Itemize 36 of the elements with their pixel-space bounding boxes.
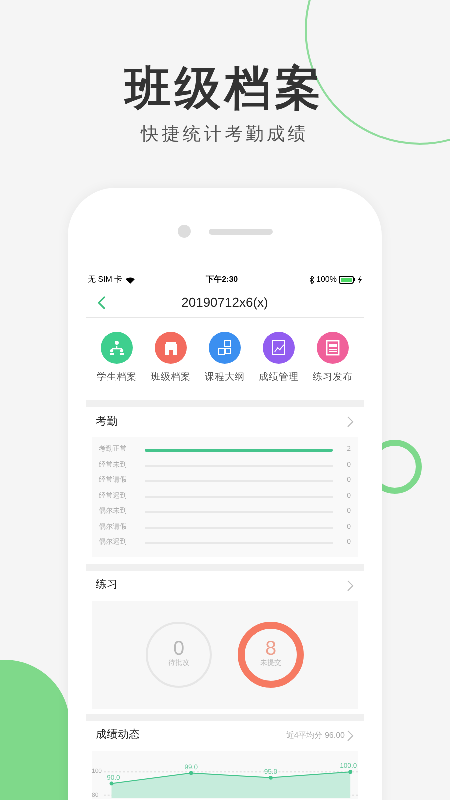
chevron-right-icon [347,580,354,592]
chevron-right-icon [347,730,354,742]
people-icon [109,340,125,356]
stat-value: 8 [265,639,277,660]
charging-icon [358,276,362,284]
battery-text: 100% [316,274,337,286]
stat-value: 0 [173,639,185,660]
clock-text: 下午2:30 [206,274,238,286]
shortcut-button[interactable]: 成绩管理 [259,332,299,386]
shortcut-button[interactable]: 班级档案 [151,332,191,386]
hero-title: 班级档案 [125,61,325,116]
section-title: 考勤 [96,414,118,430]
shortcut-button[interactable]: 学生档案 [97,332,137,386]
score-point [109,781,114,786]
nav-title: 20190712x6(x) [182,294,268,312]
score-point [189,770,193,775]
back-button[interactable] [98,296,106,310]
section-title: 成绩动态 [96,728,140,744]
score-point [348,770,352,774]
building-icon [163,340,179,356]
chart-icon [271,340,287,356]
document-icon [325,340,341,356]
score-point [268,775,273,780]
shortcut-button[interactable]: 练习发布 [313,332,353,386]
section-title: 练习 [96,578,118,594]
average-score-text: 近4平均分 96.00 [286,730,345,742]
carrier-text: 无 SIM 卡 [88,274,123,286]
shortcut-button[interactable]: 课程大纲 [205,332,245,386]
speaker-icon [208,228,272,234]
battery-icon [339,276,356,284]
wifi-icon [126,276,135,284]
blocks-icon [217,340,233,356]
chevron-right-icon [347,416,354,428]
hero-subtitle: 快捷统计考勤成绩 [141,123,309,146]
camera-icon [178,225,190,238]
bluetooth-icon [310,276,315,284]
